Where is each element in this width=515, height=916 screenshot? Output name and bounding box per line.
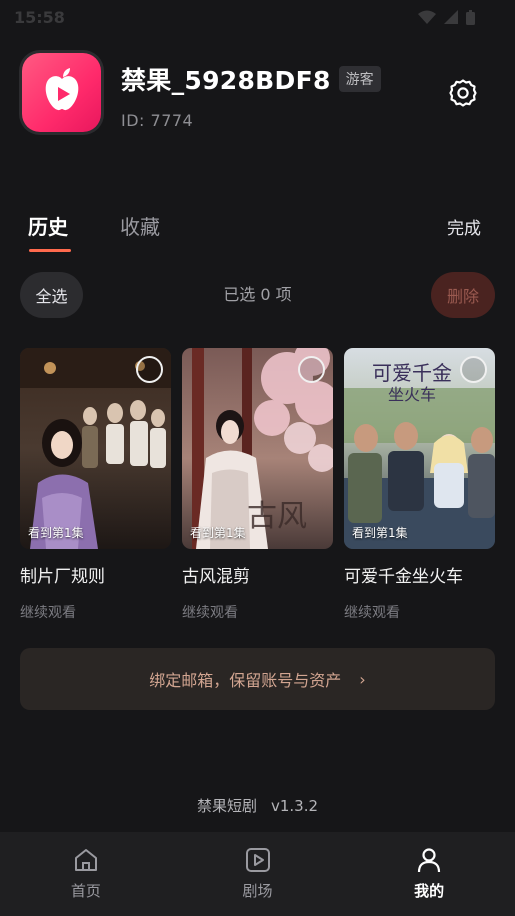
history-grid: 看到第1集 制片厂规则 继续观看 古风 看到第1集 古风混剪 继续观看 可爱千金…: [20, 348, 495, 622]
card-thumbnail[interactable]: 可爱千金 坐火车 看到第1集: [344, 348, 495, 549]
card-title[interactable]: 古风混剪: [182, 562, 333, 587]
nav-theater[interactable]: 剧场: [172, 832, 344, 916]
battery-icon: [466, 9, 475, 25]
done-button[interactable]: 完成: [447, 214, 481, 239]
nav-profile[interactable]: 我的: [343, 832, 515, 916]
tab-history[interactable]: 历史: [28, 211, 71, 252]
name-row: 禁果_5928BDF8 游客: [121, 61, 381, 97]
history-card[interactable]: 可爱千金 坐火车 看到第1集 可爱千金坐火车 继续观看: [344, 348, 495, 622]
status-icons: [418, 9, 475, 25]
bottom-nav: 首页 剧场 我的: [0, 832, 515, 916]
profile-header: 禁果_5928BDF8 游客 ID: 7774: [22, 53, 381, 132]
user-icon: [418, 848, 441, 873]
profile-text: 禁果_5928BDF8 游客 ID: 7774: [121, 61, 381, 130]
home-icon: [74, 849, 97, 871]
continue-watching[interactable]: 继续观看: [344, 602, 495, 622]
app-name: 禁果短剧: [196, 797, 257, 815]
username: 禁果_5928BDF8: [121, 66, 331, 95]
delete-button[interactable]: 删除: [431, 272, 495, 318]
wifi-icon: [418, 10, 436, 24]
card-title[interactable]: 制片厂规则: [20, 562, 171, 587]
status-bar: 15:58: [0, 0, 515, 34]
episode-progress: 看到第1集: [352, 526, 408, 540]
guest-badge: 游客: [338, 66, 381, 92]
tab-bar: 历史 收藏: [28, 211, 160, 252]
svg-text:可爱千金: 可爱千金: [372, 361, 452, 385]
card-thumbnail[interactable]: 看到第1集: [20, 348, 171, 549]
card-thumbnail[interactable]: 古风 看到第1集: [182, 348, 333, 549]
nav-theater-label: 剧场: [242, 882, 273, 900]
episode-progress: 看到第1集: [190, 526, 246, 540]
episode-progress: 看到第1集: [28, 526, 84, 540]
bind-email-banner[interactable]: 绑定邮箱，保留账号与资产 ›: [20, 648, 495, 710]
history-card[interactable]: 看到第1集 制片厂规则 继续观看: [20, 348, 171, 622]
svg-text:坐火车: 坐火车: [388, 385, 436, 404]
play-square-icon: [245, 848, 270, 872]
tab-favorites[interactable]: 收藏: [120, 211, 160, 240]
history-card[interactable]: 古风 看到第1集 古风混剪 继续观看: [182, 348, 333, 622]
version-info: 禁果短剧 v1.3.2: [0, 795, 515, 816]
select-checkbox[interactable]: [136, 356, 163, 383]
select-all-button[interactable]: 全选: [20, 272, 83, 318]
continue-watching[interactable]: 继续观看: [182, 602, 333, 622]
nav-home-label: 首页: [70, 882, 101, 900]
chevron-right-icon: ›: [359, 669, 366, 689]
svg-text:古风: 古风: [247, 499, 307, 534]
app-logo-icon: [22, 53, 101, 132]
bind-email-label: 绑定邮箱，保留账号与资产: [149, 671, 342, 690]
nav-home[interactable]: 首页: [0, 832, 172, 916]
continue-watching[interactable]: 继续观看: [20, 602, 171, 622]
signal-icon: [444, 10, 458, 24]
select-checkbox[interactable]: [460, 356, 487, 383]
settings-gear-icon[interactable]: [448, 78, 478, 108]
selection-bar: 全选 已选 0 项 删除: [20, 272, 495, 318]
status-time: 15:58: [14, 7, 65, 27]
user-id: ID: 7774: [121, 111, 194, 130]
select-checkbox[interactable]: [298, 356, 325, 383]
app-version: v1.3.2: [270, 797, 319, 815]
card-title[interactable]: 可爱千金坐火车: [344, 562, 495, 587]
selected-count: 已选 0 项: [223, 285, 292, 304]
nav-profile-label: 我的: [414, 882, 445, 900]
